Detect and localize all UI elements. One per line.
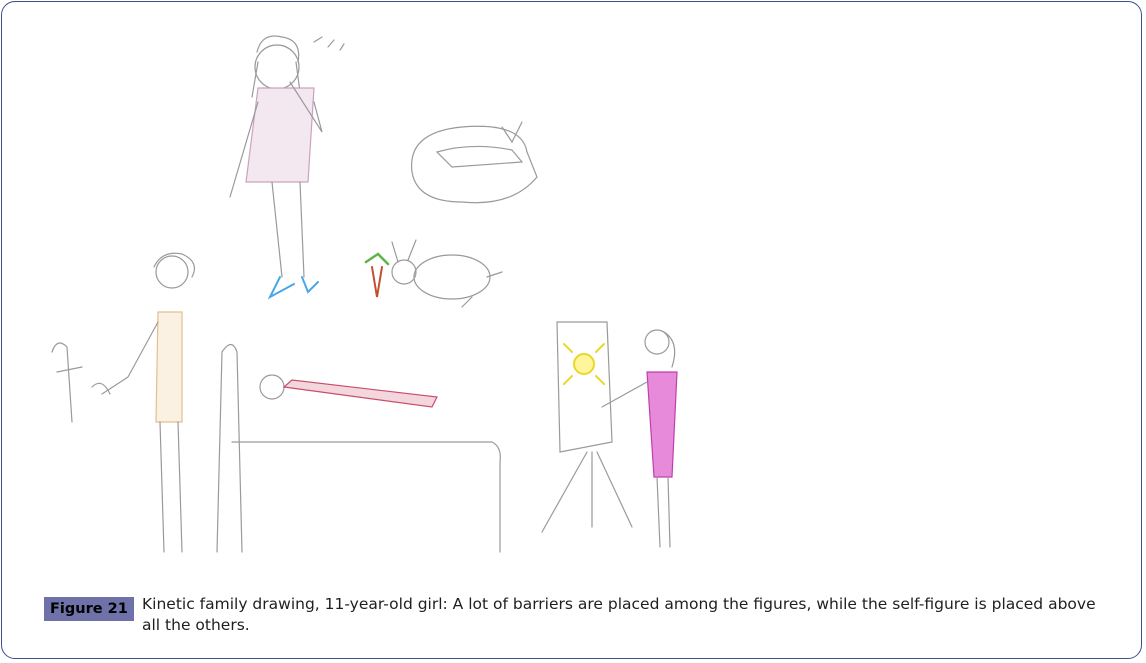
self-figure bbox=[601, 329, 678, 548]
bed bbox=[216, 343, 501, 553]
child-drawing-image bbox=[51, 35, 678, 553]
left-figure bbox=[51, 252, 195, 553]
rabbit bbox=[364, 239, 503, 308]
figure-panel: Figure 21 Kinetic family drawing, 11-yea… bbox=[1, 1, 1142, 659]
easel bbox=[541, 321, 633, 533]
figure-label: Figure 21 bbox=[44, 597, 134, 621]
cat-bed bbox=[411, 121, 538, 204]
caption-text: Kinetic family drawing, 11-year-old girl… bbox=[142, 595, 1096, 634]
top-figure bbox=[229, 35, 345, 300]
